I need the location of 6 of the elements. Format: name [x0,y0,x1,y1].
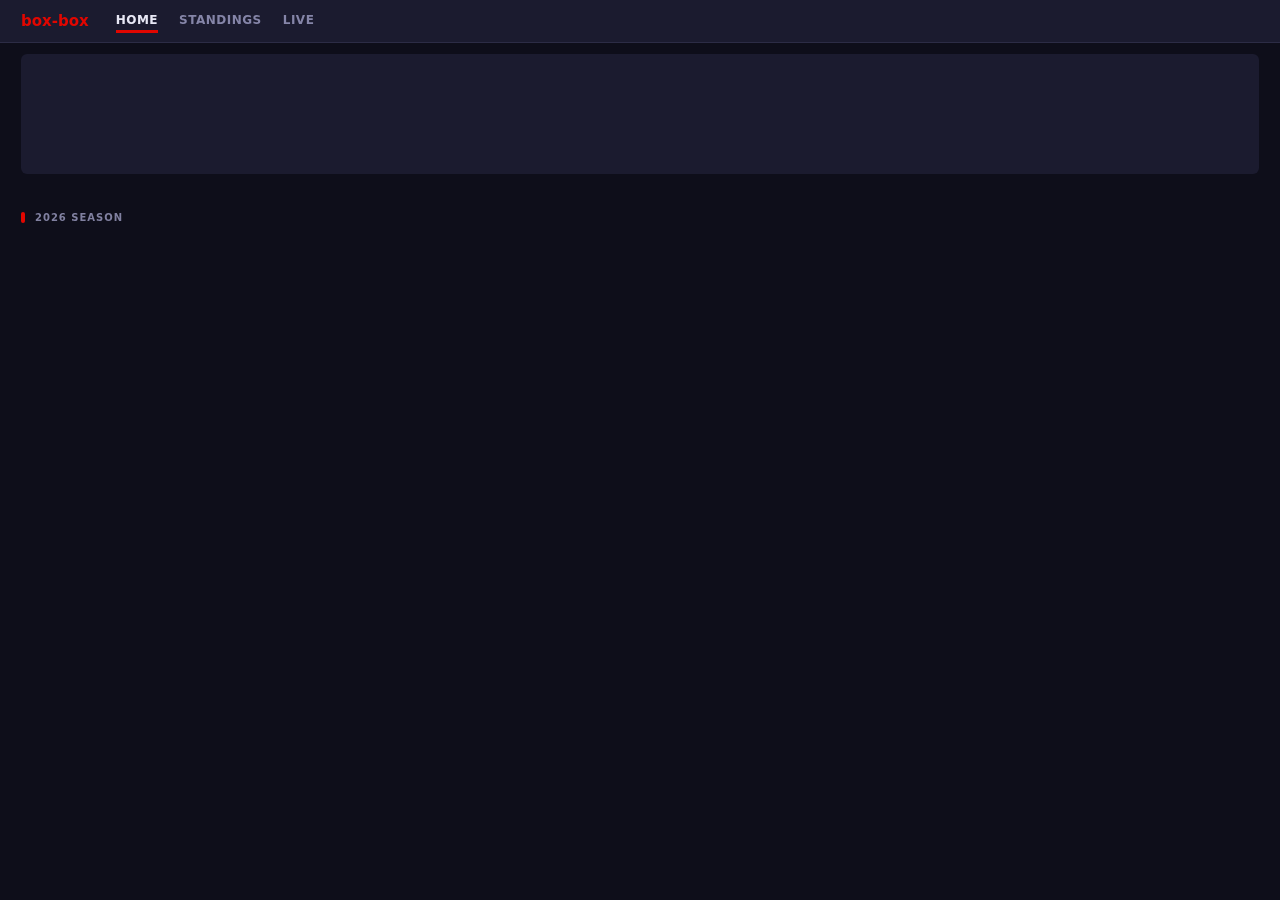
nav-tab[interactable]: LIVE [282,11,315,33]
section-marker [21,212,25,223]
nav-tab[interactable]: STANDINGS [179,11,262,33]
section-title: 2026 SEASON [35,211,124,225]
nav-tab[interactable]: HOME [115,11,159,33]
brand-logo[interactable]: box-box [21,9,89,33]
